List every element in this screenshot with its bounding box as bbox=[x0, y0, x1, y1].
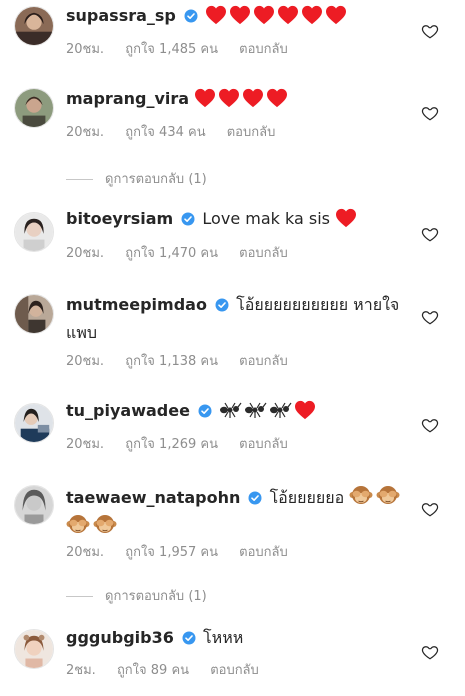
emoji-row bbox=[194, 88, 290, 108]
comment-text: Love mak ka sis bbox=[202, 209, 330, 228]
verified-badge-icon bbox=[181, 208, 195, 234]
comment-time: 20ชม. bbox=[66, 545, 105, 560]
comment-meta: 20ชม. ถูกใจ 1,269 คน ตอบกลับ bbox=[66, 433, 305, 454]
username[interactable]: supassra_sp bbox=[66, 6, 176, 25]
heart-emoji bbox=[195, 88, 216, 108]
emoji-row bbox=[205, 5, 349, 25]
reply-button[interactable]: ตอบกลับ bbox=[239, 437, 288, 452]
like-heart-icon[interactable] bbox=[421, 22, 439, 40]
see-no-evil-monkey-emoji bbox=[93, 515, 117, 533]
verified-badge-icon bbox=[215, 294, 229, 320]
heart-emoji bbox=[326, 5, 347, 25]
reply-button[interactable]: ตอบกลับ bbox=[227, 125, 276, 140]
comment-time: 20ชม. bbox=[66, 125, 105, 140]
avatar[interactable] bbox=[14, 485, 54, 525]
comment-text: โอ้ยยยยยอ bbox=[269, 488, 345, 507]
comment-time: 20ชม. bbox=[66, 42, 105, 57]
heart-emoji bbox=[278, 5, 299, 25]
ant-emoji bbox=[270, 402, 292, 418]
heart-emoji bbox=[254, 5, 275, 25]
see-no-evil-monkey-emoji bbox=[376, 486, 400, 504]
ant-emoji bbox=[220, 402, 242, 418]
comment-time: 20ชม. bbox=[66, 437, 105, 452]
reply-button[interactable]: ตอบกลับ bbox=[239, 545, 288, 560]
avatar[interactable] bbox=[14, 88, 54, 128]
view-replies-button[interactable]: ดูการตอบกลับ (1) bbox=[66, 168, 207, 189]
heart-emoji bbox=[267, 88, 288, 108]
avatar[interactable] bbox=[14, 403, 54, 443]
verified-badge-icon bbox=[182, 627, 196, 653]
comment-body: gggubgib36 โหหห bbox=[66, 625, 413, 653]
comment-body: tu_piyawadee bbox=[66, 398, 413, 426]
username[interactable]: mutmeepimdao bbox=[66, 295, 207, 314]
like-count[interactable]: ถูกใจ 89 คน bbox=[117, 663, 189, 678]
like-heart-icon[interactable] bbox=[421, 416, 439, 434]
replies-divider bbox=[66, 596, 93, 597]
heart-emoji bbox=[336, 208, 357, 228]
verified-badge-icon bbox=[248, 487, 262, 513]
like-count[interactable]: ถูกใจ 434 คน bbox=[125, 125, 205, 140]
like-count[interactable]: ถูกใจ 1,485 คน bbox=[125, 42, 218, 57]
heart-emoji bbox=[219, 88, 240, 108]
view-replies-label: ดูการตอบกลับ (1) bbox=[105, 172, 207, 187]
comment-body: maprang_vira bbox=[66, 86, 413, 112]
comment-meta: 20ชม. ถูกใจ 1,138 คน ตอบกลับ bbox=[66, 350, 305, 371]
like-count[interactable]: ถูกใจ 1,957 คน bbox=[125, 545, 218, 560]
see-no-evil-monkey-emoji bbox=[66, 515, 90, 533]
username[interactable]: bitoeyrsiam bbox=[66, 209, 173, 228]
view-replies-label: ดูการตอบกลับ (1) bbox=[105, 589, 207, 604]
username[interactable]: maprang_vira bbox=[66, 89, 189, 108]
avatar[interactable] bbox=[14, 6, 54, 46]
emoji-row bbox=[335, 208, 359, 228]
reply-button[interactable]: ตอบกลับ bbox=[239, 246, 288, 261]
comment-meta: 20ชม. ถูกใจ 1,470 คน ตอบกลับ bbox=[66, 242, 305, 263]
comment-time: 20ชม. bbox=[66, 246, 105, 261]
comment-meta: 2ชม. ถูกใจ 89 คน ตอบกลับ bbox=[66, 659, 276, 680]
comment-body: mutmeepimdao โอ้ยยยยยยยยยย หายใจแพบ bbox=[66, 292, 413, 346]
verified-badge-icon bbox=[198, 400, 212, 426]
like-heart-icon[interactable] bbox=[421, 308, 439, 326]
heart-emoji bbox=[206, 5, 227, 25]
heart-emoji bbox=[302, 5, 323, 25]
reply-button[interactable]: ตอบกลับ bbox=[239, 42, 288, 57]
avatar[interactable] bbox=[14, 294, 54, 334]
ant-emoji bbox=[245, 402, 267, 418]
avatar[interactable] bbox=[14, 212, 54, 252]
view-replies-button[interactable]: ดูการตอบกลับ (1) bbox=[66, 585, 207, 606]
comment-time: 2ชม. bbox=[66, 663, 96, 678]
heart-emoji bbox=[230, 5, 251, 25]
emoji-row bbox=[219, 400, 318, 420]
comment-body: bitoeyrsiam Love mak ka sis bbox=[66, 206, 413, 234]
like-count[interactable]: ถูกใจ 1,138 คน bbox=[125, 354, 218, 369]
comment-body: taewaew_natapohn โอ้ยยยยยอ bbox=[66, 484, 413, 540]
reply-button[interactable]: ตอบกลับ bbox=[239, 354, 288, 369]
like-heart-icon[interactable] bbox=[421, 225, 439, 243]
comment-body: supassra_sp bbox=[66, 3, 413, 31]
like-count[interactable]: ถูกใจ 1,269 คน bbox=[125, 437, 218, 452]
username[interactable]: taewaew_natapohn bbox=[66, 488, 240, 507]
reply-button[interactable]: ตอบกลับ bbox=[210, 663, 259, 678]
comment-time: 20ชม. bbox=[66, 354, 105, 369]
like-heart-icon[interactable] bbox=[421, 500, 439, 518]
heart-emoji bbox=[295, 400, 316, 420]
like-heart-icon[interactable] bbox=[421, 643, 439, 661]
username[interactable]: gggubgib36 bbox=[66, 628, 174, 647]
comment-meta: 20ชม. ถูกใจ 1,485 คน ตอบกลับ bbox=[66, 38, 305, 59]
like-count[interactable]: ถูกใจ 1,470 คน bbox=[125, 246, 218, 261]
like-heart-icon[interactable] bbox=[421, 104, 439, 122]
username[interactable]: tu_piyawadee bbox=[66, 401, 190, 420]
see-no-evil-monkey-emoji bbox=[349, 486, 373, 504]
avatar[interactable] bbox=[14, 629, 54, 669]
comment-meta: 20ชม. ถูกใจ 434 คน ตอบกลับ bbox=[66, 121, 292, 142]
comment-text: โหหห bbox=[203, 628, 244, 647]
heart-emoji bbox=[243, 88, 264, 108]
replies-divider bbox=[66, 179, 93, 180]
verified-badge-icon bbox=[184, 5, 198, 31]
comment-meta: 20ชม. ถูกใจ 1,957 คน ตอบกลับ bbox=[66, 541, 305, 562]
